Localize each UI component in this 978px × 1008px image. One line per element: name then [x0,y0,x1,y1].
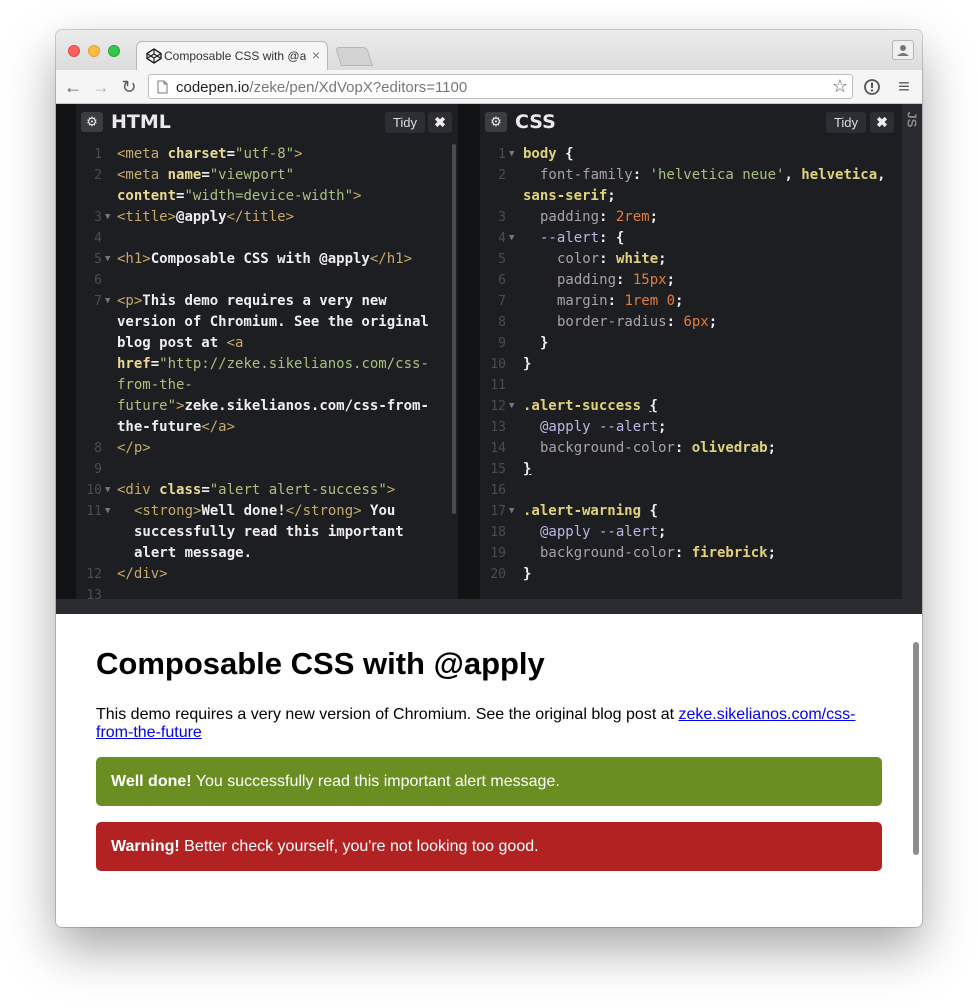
css-collapse-button[interactable]: ✖ [870,112,894,133]
alert-warning: Warning! Better check yourself, you're n… [96,822,882,871]
reload-icon[interactable]: ↻ [118,76,140,98]
tab-close-icon[interactable]: × [312,47,320,63]
back-arrow-icon[interactable]: ← [62,76,84,98]
alert-success-text: You successfully read this important ale… [191,773,560,790]
css-tidy-button[interactable]: Tidy [826,112,866,133]
css-editor-pane: ⚙ CSS Tidy ✖ 1 ▼ body { 2 font-family: 'h… [480,104,902,599]
forward-arrow-icon[interactable]: → [90,76,112,98]
preview-scrollbar[interactable] [913,642,919,855]
alert-warning-strong: Warning! [111,838,180,855]
profile-icon[interactable] [892,40,914,60]
html-collapse-button[interactable]: ✖ [428,112,452,133]
result-preview: Composable CSS with @apply This demo req… [56,614,922,927]
info-icon[interactable] [861,76,883,98]
code-editors: ⚙ HTML Tidy ✖ 1 <meta charset="utf-8"> 2… [56,104,922,599]
menu-icon[interactable]: ≡ [893,76,915,98]
css-pane-header: ⚙ CSS Tidy ✖ [480,104,902,140]
close-window-button[interactable] [68,45,80,57]
css-pane-title: CSS [515,111,556,133]
alert-success: Well done! You successfully read this im… [96,757,882,806]
codepen-icon [146,48,162,64]
minimize-window-button[interactable] [88,45,100,57]
page-icon [157,80,168,94]
preview-resizer[interactable] [56,599,922,614]
url-text: codepen.io/zeke/pen/XdVopX?editors=1100 [176,79,468,96]
html-settings-gear-icon[interactable]: ⚙ [81,112,103,132]
html-tidy-button[interactable]: Tidy [385,112,425,133]
maximize-window-button[interactable] [108,45,120,57]
html-scrollbar[interactable] [452,144,456,514]
alert-warning-text: Better check yourself, you're not lookin… [179,838,539,855]
html-pane-header: ⚙ HTML Tidy ✖ [76,104,458,140]
new-tab-button[interactable] [334,47,374,66]
js-editor-collapsed[interactable]: JS [902,104,922,599]
css-settings-gear-icon[interactable]: ⚙ [485,112,507,132]
tab-title: Composable CSS with @apply [164,49,306,63]
preview-heading: Composable CSS with @apply [96,646,545,681]
alert-success-strong: Well done! [111,773,192,790]
js-pane-title: JS [904,111,920,128]
html-editor-pane: ⚙ HTML Tidy ✖ 1 <meta charset="utf-8"> 2… [76,104,458,599]
address-bar[interactable]: codepen.io/zeke/pen/XdVopX?editors=1100 … [148,74,853,99]
browser-tab[interactable]: Composable CSS with @apply × [136,41,328,70]
html-pane-title: HTML [111,111,171,133]
bookmark-star-icon[interactable]: ☆ [832,76,848,97]
preview-paragraph: This demo requires a very new version of… [96,706,856,741]
browser-window: Composable CSS with @apply × ← → ↻ codep… [56,30,922,927]
tab-bar: Composable CSS with @apply × [56,30,922,70]
browser-toolbar: ← → ↻ codepen.io/zeke/pen/XdVopX?editors… [56,70,922,104]
